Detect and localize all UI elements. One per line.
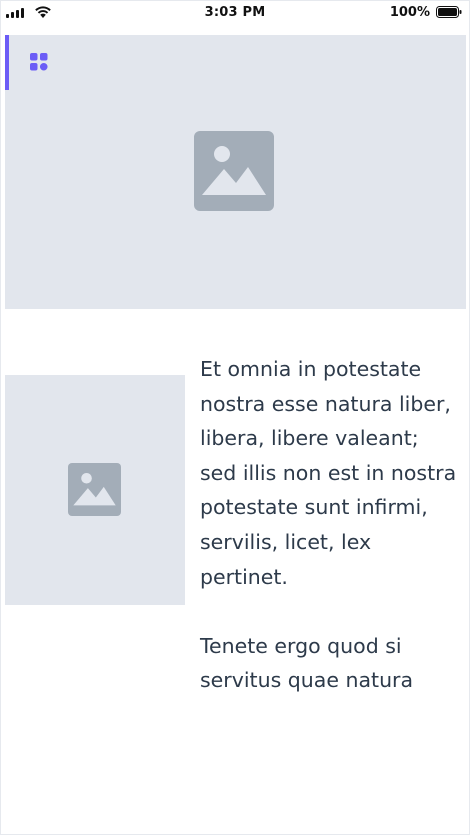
status-bar: 3:03 PM 100% — [0, 0, 470, 28]
image-placeholder-icon — [194, 131, 274, 211]
image-placeholder-icon — [68, 463, 121, 516]
battery-percent: 100% — [389, 5, 430, 20]
accent-bar — [5, 35, 9, 90]
grid-icon[interactable] — [30, 53, 48, 71]
body-text: Et omnia in potestate nostra esse natura… — [200, 352, 460, 698]
battery-icon — [436, 6, 462, 18]
thumbnail-image-placeholder — [5, 375, 185, 605]
paragraph-1: Et omnia in potestate nostra esse natura… — [200, 357, 457, 589]
paragraph-2: Tenete ergo quod si servitus quae natura — [200, 633, 414, 693]
hero-image-placeholder — [5, 35, 466, 309]
